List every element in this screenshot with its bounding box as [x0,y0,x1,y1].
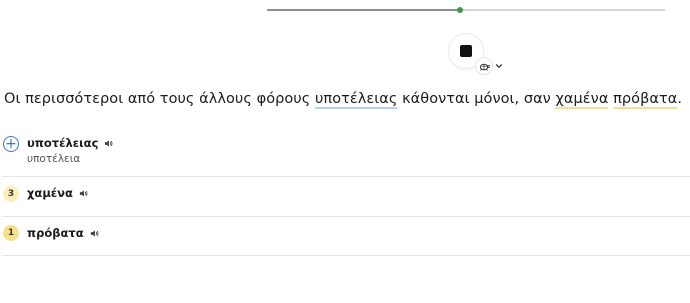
word-term: υποτέλειας [27,136,113,150]
stop-icon [460,45,472,57]
list-item[interactable]: 1 πρόβατα [2,216,690,256]
word-lemma: υποτέλεια [27,153,81,165]
audio-progress-bar[interactable] [267,7,665,13]
playback-speed-button[interactable] [476,56,508,76]
word-term: πρόβατα [27,226,99,240]
speaker-icon[interactable] [104,139,113,148]
speaker-icon[interactable] [79,189,88,198]
word-term: χαμένα [27,186,88,200]
audio-progress-knob[interactable] [457,7,464,13]
sentence-text-end: . [677,91,683,107]
sentence-word-known[interactable]: χαμένα [555,91,609,109]
sentence-text-start: Οι περισσότεροι από τους άλλους φόρους [4,91,315,107]
chevron-down-icon [495,64,503,68]
sentence-word-known[interactable]: πρόβατα [613,91,678,109]
speaker-icon[interactable] [90,229,99,238]
word-level-badge: 1 [3,225,19,241]
list-item[interactable]: + υποτέλειας υποτέλεια [2,132,690,177]
sentence-text: Οι περισσότεροι από τους άλλους φόρους υ… [4,91,683,109]
reader-page: Οι περισσότεροι από τους άλλους φόρους υ… [0,0,690,303]
audio-progress-fill [267,9,461,11]
sentence-word-new[interactable]: υποτέλειας [314,91,398,109]
add-word-button[interactable]: + [3,136,19,152]
word-level-badge: 3 [3,186,19,202]
list-item[interactable]: 3 χαμένα [2,176,690,217]
turtle-icon [476,58,492,74]
sentence-text-middle: κάθονται μόνοι, σαν [397,91,556,107]
